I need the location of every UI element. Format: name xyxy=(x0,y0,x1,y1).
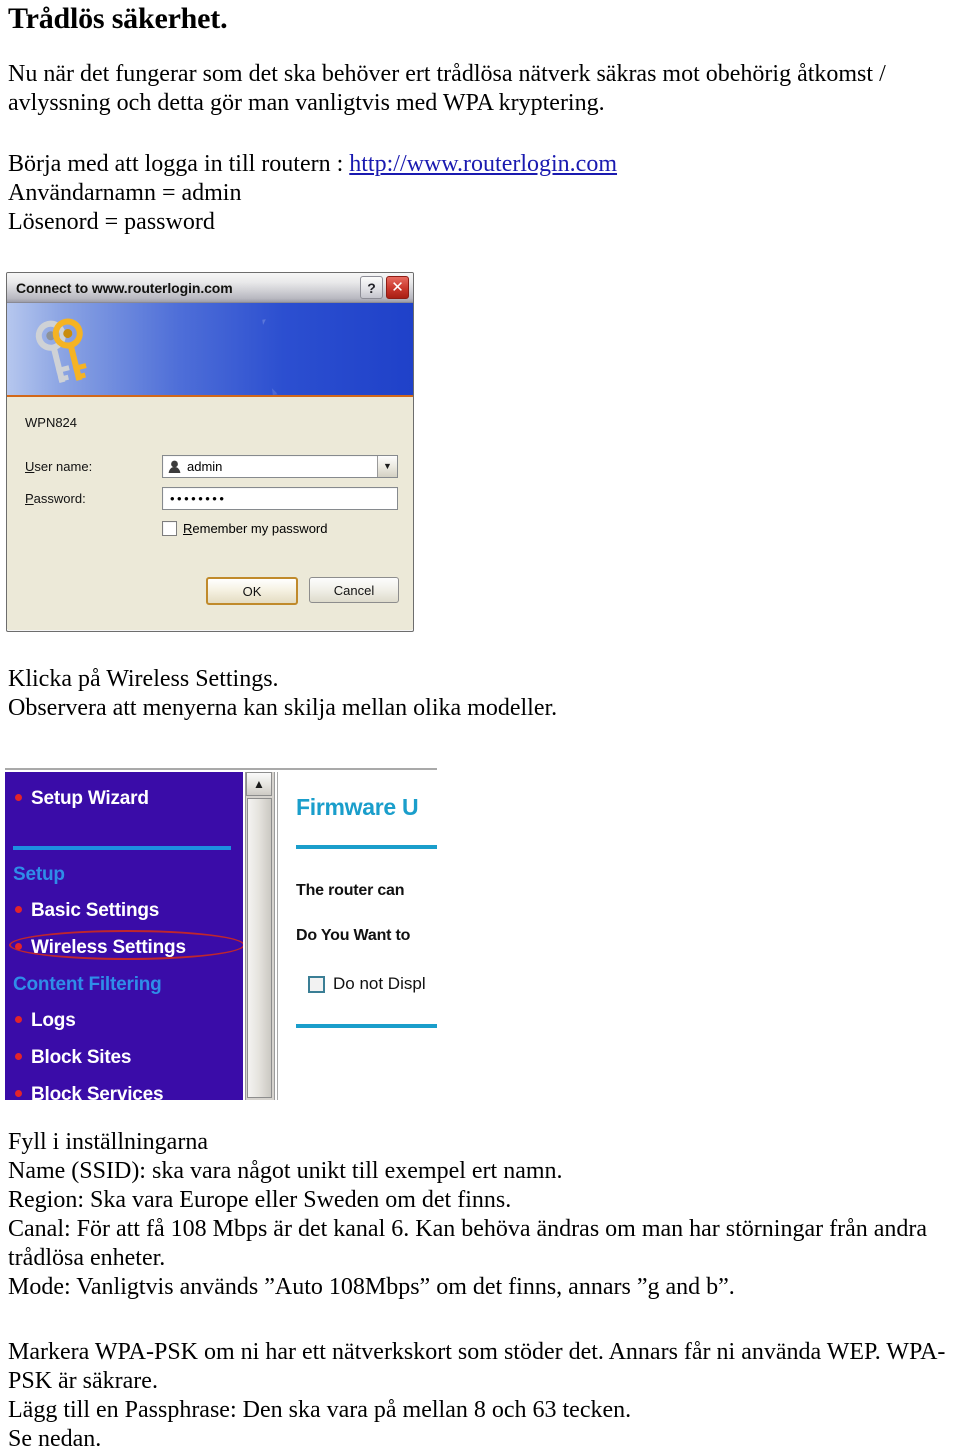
fyll-line-5: Mode: Vanligtvis används ”Auto 108Mbps” … xyxy=(8,1274,735,1300)
bullet-icon xyxy=(15,906,22,913)
klicka-line-1: Klicka på Wireless Settings. xyxy=(8,666,279,692)
wireless-settings-highlight-annotation xyxy=(9,930,243,960)
fyll-line-1: Fyll i inställningarna xyxy=(8,1129,208,1155)
password-value: •••••••• xyxy=(170,490,227,506)
sidebar-item-label: Block Sites xyxy=(31,1047,132,1068)
username-line: Användarnamn = admin xyxy=(8,180,242,206)
router-content-panel: Firmware U The router can Do You Want to… xyxy=(277,772,437,1100)
login-instructions: Börja med att logga in till routern : ht… xyxy=(8,150,952,237)
router-sidebar: Setup Wizard Setup Basic Settings Wirele… xyxy=(5,772,243,1100)
sidebar-item-block-services[interactable]: Block Services xyxy=(15,1084,164,1100)
keys-icon xyxy=(35,318,87,384)
wpa-instructions: Markera WPA-PSK om ni har ett nätverksko… xyxy=(8,1338,954,1454)
username-label: User name: xyxy=(25,458,93,474)
sidebar-scrollbar[interactable]: ▲ xyxy=(245,772,275,1100)
sidebar-item-label: Block Services xyxy=(31,1084,164,1100)
dialog-banner xyxy=(7,303,413,397)
panel-rule-top xyxy=(296,845,437,849)
bullet-icon xyxy=(15,1053,22,1060)
username-value: admin xyxy=(187,458,223,474)
username-row: User name: admin ▼ xyxy=(25,454,398,478)
remember-password-label: Remember my password xyxy=(183,521,328,536)
dialog-body: WPN824 User name: admin ▼ Password: ••••… xyxy=(7,397,413,629)
close-icon[interactable]: ✕ xyxy=(386,276,409,299)
document-page: Trådlös säkerhet. Nu när det fungerar so… xyxy=(0,0,960,1456)
page-title: Trådlös säkerhet. xyxy=(8,2,228,35)
ok-button[interactable]: OK xyxy=(206,577,298,605)
klicka-line-2: Observera att menyerna kan skilja mellan… xyxy=(8,695,558,721)
router-menu-screenshot: Setup Wizard Setup Basic Settings Wirele… xyxy=(5,768,437,1102)
realm-label: WPN824 xyxy=(25,415,78,430)
do-not-display-checkbox[interactable] xyxy=(308,975,325,993)
password-input[interactable]: •••••••• xyxy=(162,486,398,510)
remember-password-row[interactable]: Remember my password xyxy=(162,521,328,536)
password-row: Password: •••••••• xyxy=(25,486,398,510)
sidebar-item-logs[interactable]: Logs xyxy=(15,1010,76,1032)
panel-line-1: The router can xyxy=(296,882,405,899)
fyll-line-2: Name (SSID): ska vara något unikt till e… xyxy=(8,1158,563,1184)
klicka-instructions: Klicka på Wireless Settings. Observera a… xyxy=(8,665,952,723)
intro-paragraph: Nu när det fungerar som det ska behöver … xyxy=(8,61,886,116)
sidebar-heading-setup: Setup xyxy=(13,864,65,885)
titlebar-buttons: ? ✕ xyxy=(360,276,409,299)
do-not-display-label: Do not Displ xyxy=(333,974,426,993)
sidebar-item-block-sites[interactable]: Block Sites xyxy=(15,1047,131,1069)
panel-line-2: Do You Want to xyxy=(296,927,411,944)
fyll-line-3: Region: Ska vara Europe eller Sweden om … xyxy=(8,1187,512,1213)
auth-dialog-screenshot: Connect to www.routerlogin.com ? ✕ WPN82… xyxy=(6,272,414,632)
do-not-display-row[interactable]: Do not Displ xyxy=(308,974,426,994)
fyll-line-4: Canal: För att få 108 Mbps är det kanal … xyxy=(8,1216,928,1271)
settings-instructions: Fyll i inställningarna Name (SSID): ska … xyxy=(8,1128,954,1302)
dialog-titlebar: Connect to www.routerlogin.com ? ✕ xyxy=(7,273,413,303)
close-glyph: ✕ xyxy=(391,279,404,296)
sidebar-divider xyxy=(13,846,231,850)
panel-rule-bottom xyxy=(296,1024,437,1028)
wpa-line-1: Markera WPA-PSK om ni har ett nätverksko… xyxy=(8,1339,946,1394)
sidebar-item-label: Setup Wizard xyxy=(31,788,149,809)
password-line: Lösenord = password xyxy=(8,209,215,235)
scroll-up-arrow-icon[interactable]: ▲ xyxy=(246,772,272,796)
dialog-title: Connect to www.routerlogin.com xyxy=(16,279,233,296)
wpa-line-2: Lägg till en Passphrase: Den ska vara på… xyxy=(8,1397,632,1423)
panel-title: Firmware U xyxy=(296,794,419,820)
chevron-down-icon[interactable]: ▼ xyxy=(377,455,397,477)
cancel-button[interactable]: Cancel xyxy=(309,577,399,603)
bullet-icon xyxy=(15,794,22,801)
help-icon[interactable]: ? xyxy=(360,276,383,299)
routerlogin-link[interactable]: http://www.routerlogin.com xyxy=(349,151,617,177)
bullet-icon xyxy=(15,1016,22,1023)
sidebar-item-setup-wizard[interactable]: Setup Wizard xyxy=(15,788,149,810)
sidebar-item-label: Basic Settings xyxy=(31,900,160,921)
username-input[interactable]: admin ▼ xyxy=(162,454,398,478)
dialog-buttons: OK Cancel xyxy=(206,577,399,605)
sidebar-item-label: Logs xyxy=(31,1010,76,1031)
bullet-icon xyxy=(15,1090,22,1097)
password-label: Password: xyxy=(25,490,86,506)
login-lead-text: Börja med att logga in till routern : xyxy=(8,151,350,177)
user-avatar-icon xyxy=(168,460,181,473)
sidebar-heading-content-filtering: Content Filtering xyxy=(13,974,162,995)
remember-password-checkbox[interactable] xyxy=(162,521,177,536)
sidebar-item-basic-settings[interactable]: Basic Settings xyxy=(15,900,159,922)
wpa-line-3: Se nedan. xyxy=(8,1426,102,1452)
scrollbar-thumb[interactable] xyxy=(247,798,272,1098)
